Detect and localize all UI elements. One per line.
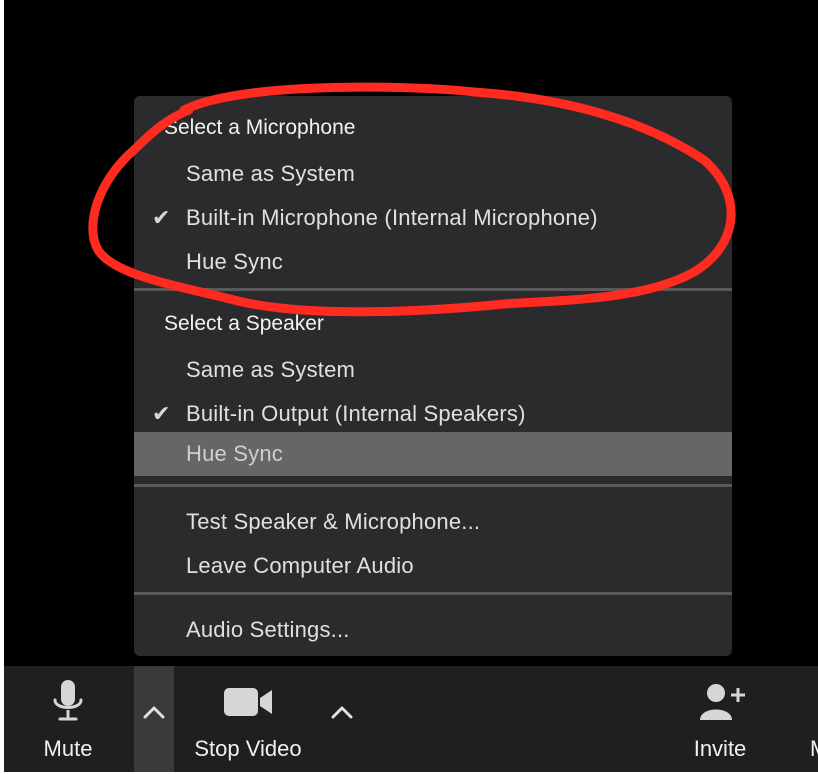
menu-separator	[134, 592, 732, 595]
mute-label: Mute	[43, 736, 93, 761]
mic-option-built-in-microphone[interactable]: ✔ Built-in Microphone (Internal Micropho…	[134, 196, 732, 240]
test-speaker-microphone-item[interactable]: Test Speaker & Microphone...	[134, 500, 732, 544]
invite-button[interactable]: Invite	[672, 666, 768, 772]
mic-option-same-as-system[interactable]: Same as System	[134, 152, 732, 196]
truncated-toolbar-button[interactable]: M	[810, 736, 818, 762]
menu-item-label: Audio Settings...	[186, 617, 350, 642]
meeting-toolbar: Mute Stop Video Invite	[4, 666, 818, 772]
chevron-up-icon	[331, 706, 353, 719]
meeting-window: Select a Microphone Same as System ✔ Bui…	[4, 0, 818, 772]
stop-video-label: Stop Video	[194, 736, 302, 761]
leave-computer-audio-item[interactable]: Leave Computer Audio	[134, 544, 732, 588]
menu-item-label: Built-in Microphone (Internal Microphone…	[186, 205, 598, 230]
speaker-option-same-as-system[interactable]: Same as System	[134, 348, 732, 392]
microphone-section-header: Select a Microphone	[164, 116, 356, 139]
menu-separator	[134, 484, 732, 487]
menu-separator	[134, 288, 732, 291]
stop-video-button[interactable]: Stop Video	[174, 666, 322, 772]
speaker-option-built-in-output[interactable]: ✔ Built-in Output (Internal Speakers)	[134, 392, 732, 436]
chevron-up-icon	[143, 706, 165, 719]
audio-settings-item[interactable]: Audio Settings...	[134, 608, 732, 652]
add-person-icon	[700, 684, 745, 720]
video-options-chevron[interactable]	[322, 666, 362, 772]
menu-item-label: Leave Computer Audio	[186, 553, 414, 578]
menu-item-label: Test Speaker & Microphone...	[186, 509, 481, 534]
menu-item-label: Hue Sync	[186, 441, 283, 466]
menu-item-label: Same as System	[186, 357, 356, 382]
speaker-section-header: Select a Speaker	[164, 312, 324, 335]
mic-option-hue-sync[interactable]: Hue Sync	[134, 240, 732, 284]
mute-button[interactable]: Mute	[4, 666, 132, 772]
microphone-icon	[53, 680, 83, 721]
video-camera-icon	[224, 688, 272, 716]
invite-label: Invite	[693, 736, 747, 761]
menu-item-label: Same as System	[186, 161, 356, 186]
menu-item-label: Hue Sync	[186, 249, 283, 274]
speaker-option-hue-sync[interactable]: Hue Sync	[134, 432, 732, 476]
checkmark-icon: ✔	[152, 401, 171, 426]
menu-item-label: Built-in Output (Internal Speakers)	[186, 401, 526, 426]
audio-options-chevron[interactable]	[134, 666, 174, 772]
audio-menu: Select a Microphone Same as System ✔ Bui…	[134, 96, 732, 656]
checkmark-icon: ✔	[152, 205, 171, 230]
